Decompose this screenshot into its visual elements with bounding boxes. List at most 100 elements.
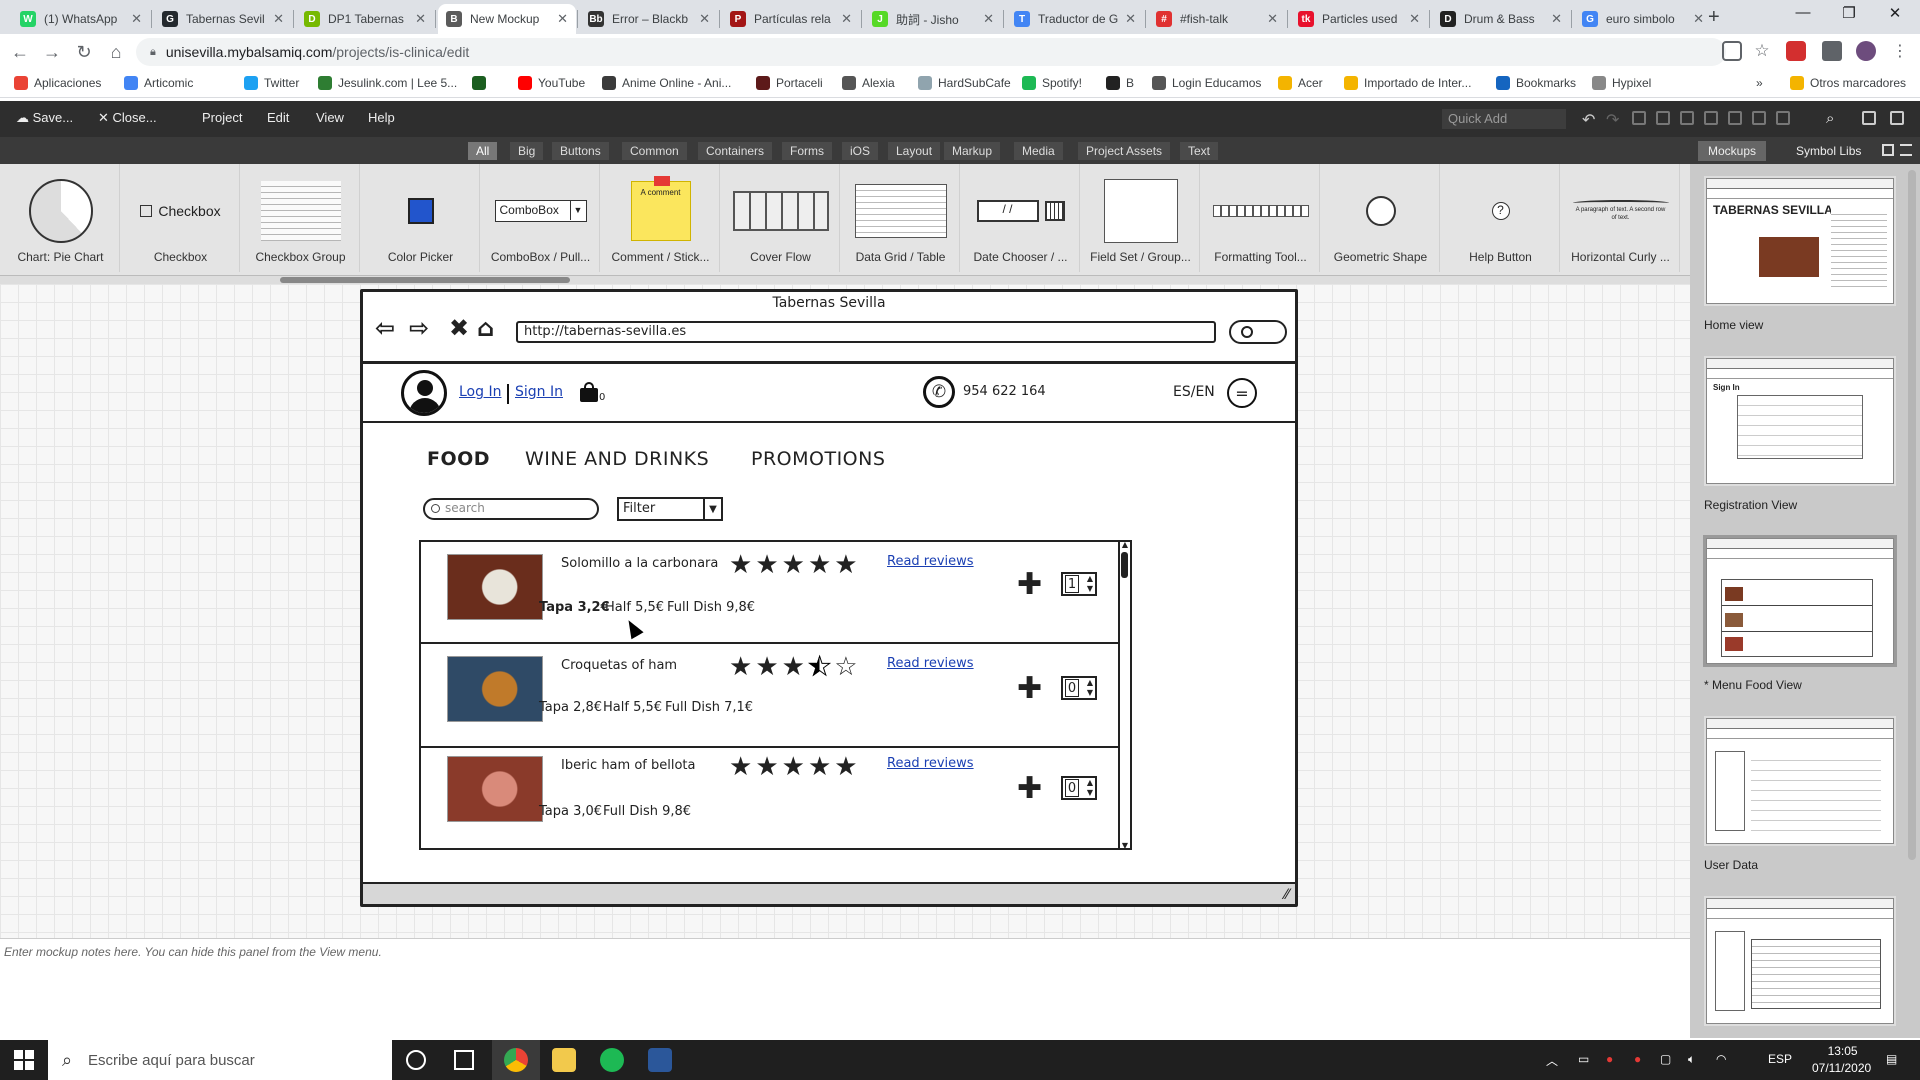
bookmark-item[interactable]: B (1106, 76, 1134, 90)
lock-icon[interactable] (1776, 111, 1790, 125)
extensions-puzzle-icon[interactable] (1822, 41, 1842, 61)
bookmark-item[interactable]: HardSubCafe (918, 76, 1011, 90)
grid-view-icon[interactable] (1882, 144, 1894, 156)
minimize-button[interactable]: — (1780, 4, 1826, 21)
tab-close-icon[interactable]: ✕ (131, 11, 142, 27)
close-button[interactable]: ✕ Close... (98, 110, 157, 126)
save-button[interactable]: ☁ Save... (16, 110, 73, 126)
kebab-menu-icon[interactable]: ⋮ (1890, 41, 1910, 61)
library-item-combobox[interactable]: ComboBox ▼ ComboBox / Pull... (482, 164, 600, 272)
browser-tab[interactable]: tk Particles used ✕ (1290, 4, 1428, 34)
browser-tab[interactable]: B New Mockup ✕ (438, 4, 576, 34)
search-icon[interactable]: ⌕ (1826, 110, 1834, 127)
mockup-notes-panel[interactable]: Enter mockup notes here. You can hide th… (0, 938, 1690, 1038)
clock[interactable]: 13:05 07/11/2020 (1812, 1044, 1871, 1075)
copy-icon[interactable] (1632, 111, 1646, 125)
library-item-cover-flow[interactable]: Cover Flow (722, 164, 840, 272)
profile-avatar[interactable] (1856, 41, 1876, 61)
translate-icon[interactable] (1722, 41, 1742, 61)
word-app-icon[interactable] (648, 1048, 672, 1072)
bookmark-item[interactable]: Articomic (124, 76, 193, 90)
back-button[interactable]: ← (8, 40, 32, 64)
tab-close-icon[interactable]: ✕ (841, 11, 852, 27)
taskbar-search-input[interactable]: ⌕ Escribe aquí para buscar (48, 1040, 392, 1080)
show-hidden-icons[interactable]: ︿ (1546, 1052, 1558, 1069)
bookmarks-overflow-icon[interactable]: » (1756, 76, 1763, 90)
tab-close-icon[interactable]: ✕ (983, 11, 994, 27)
bookmark-item[interactable]: Portaceli (756, 76, 823, 90)
menu-edit[interactable]: Edit (267, 110, 289, 125)
category-ios[interactable]: iOS (842, 142, 879, 160)
bookmark-item[interactable] (472, 76, 492, 90)
tab-close-icon[interactable]: ✕ (1267, 11, 1278, 27)
browser-tab[interactable]: W (1) WhatsApp ✕ (12, 4, 150, 34)
tab-close-icon[interactable]: ✕ (273, 11, 284, 27)
windows-start-icon[interactable] (14, 1050, 34, 1070)
library-item-checkbox[interactable]: Checkbox Checkbox (122, 164, 240, 272)
tab-close-icon[interactable]: ✕ (1409, 11, 1420, 27)
paste-icon[interactable] (1680, 111, 1694, 125)
menu-help[interactable]: Help (368, 110, 395, 125)
mockup-thumbnail[interactable]: TABERNAS SEVILLA (1706, 178, 1894, 304)
chrome-app-icon[interactable] (504, 1048, 528, 1072)
reload-button[interactable]: ↻ (72, 40, 96, 64)
mockup-thumbnail-label[interactable]: Registration View (1704, 498, 1797, 512)
mockup-thumbnail-label[interactable]: * Menu Food View (1704, 678, 1802, 692)
bookmark-item[interactable]: Jesulink.com | Lee 5... (318, 76, 457, 90)
browser-tab[interactable]: J 助詞 - Jisho ✕ (864, 4, 1002, 34)
tab-mockups[interactable]: Mockups (1698, 141, 1767, 161)
group-icon[interactable] (1728, 111, 1742, 125)
library-item-pie-chart[interactable]: Chart: Pie Chart (2, 164, 120, 272)
browser-tab[interactable]: Bb Error – Blackb ✕ (580, 4, 718, 34)
cortana-icon[interactable] (406, 1050, 426, 1070)
bookmark-item[interactable]: Importado de Inter... (1344, 76, 1471, 90)
bookmark-item[interactable]: Twitter (244, 76, 299, 90)
category-forms[interactable]: Forms (782, 142, 832, 160)
spotify-app-icon[interactable] (600, 1048, 624, 1072)
mockup-thumbnail[interactable]: Sign In (1706, 358, 1894, 484)
library-item-data-grid[interactable]: Data Grid / Table (842, 164, 960, 272)
forward-button[interactable]: → (40, 40, 64, 64)
browser-tab[interactable]: T Traductor de G ✕ (1006, 4, 1144, 34)
category-project-assets[interactable]: Project Assets (1078, 142, 1171, 160)
library-item-color-picker[interactable]: Color Picker (362, 164, 480, 272)
browser-tab[interactable]: # #fish-talk ✕ (1148, 4, 1286, 34)
delete-icon[interactable] (1704, 111, 1718, 125)
tab-close-icon[interactable]: ✕ (699, 11, 710, 27)
bookmark-item[interactable]: Hypixel (1592, 76, 1651, 90)
bookmark-item[interactable]: Spotify! (1022, 76, 1082, 90)
category-media[interactable]: Media (1014, 142, 1063, 160)
new-tab-button[interactable]: + (1708, 6, 1720, 29)
library-item-formatting-toolbar[interactable]: Formatting Tool... (1202, 164, 1320, 272)
redo-icon[interactable]: ↷ (1606, 110, 1619, 130)
task-view-icon[interactable] (454, 1050, 474, 1070)
browser-tab[interactable]: D Drum & Bass ✕ (1432, 4, 1570, 34)
mockup-thumbnail[interactable] (1706, 898, 1894, 1024)
category-containers[interactable]: Containers (698, 142, 773, 160)
input-language[interactable]: ESP (1768, 1052, 1792, 1066)
browser-tab[interactable]: Geuro simbolo ✕ (1574, 4, 1712, 34)
mockup-thumbnail-label[interactable]: Home view (1704, 318, 1763, 332)
library-item-help-button[interactable]: ? Help Button (1442, 164, 1560, 272)
tab-close-icon[interactable]: ✕ (1551, 11, 1562, 27)
menu-view[interactable]: View (316, 110, 344, 125)
url-bar[interactable]: 🔒︎ unisevilla.mybalsamiq.com /projects/i… (136, 38, 1726, 66)
category-markup[interactable]: Markup (944, 142, 1001, 160)
mockup-thumbnail[interactable] (1706, 718, 1894, 844)
mockup-thumbnail[interactable] (1706, 538, 1894, 664)
home-button[interactable]: ⌂ (104, 40, 128, 64)
tab-symbol-libs[interactable]: Symbol Libs (1786, 141, 1871, 161)
cut-icon[interactable] (1656, 111, 1670, 125)
library-item-checkbox-group[interactable]: Checkbox Group (242, 164, 360, 272)
bookmark-item[interactable]: Login Educamos (1152, 76, 1261, 90)
browser-tab[interactable]: P Partículas rela ✕ (722, 4, 860, 34)
volume-icon[interactable]: 🔈︎ (1688, 1052, 1695, 1067)
bookmark-item[interactable]: Alexia (842, 76, 895, 90)
mockup-thumbnail-label[interactable]: User Data (1704, 858, 1758, 872)
close-window-button[interactable]: ✕ (1872, 4, 1918, 22)
bookmark-item[interactable]: Aplicaciones (14, 76, 101, 90)
library-item-circle-shape[interactable]: Geometric Shape (1322, 164, 1440, 272)
library-item-field-set[interactable]: Field Set / Group... (1082, 164, 1200, 272)
tab-close-icon[interactable]: ✕ (557, 11, 568, 27)
library-item-curly-brace[interactable]: A paragraph of text. A second row of tex… (1562, 164, 1680, 272)
